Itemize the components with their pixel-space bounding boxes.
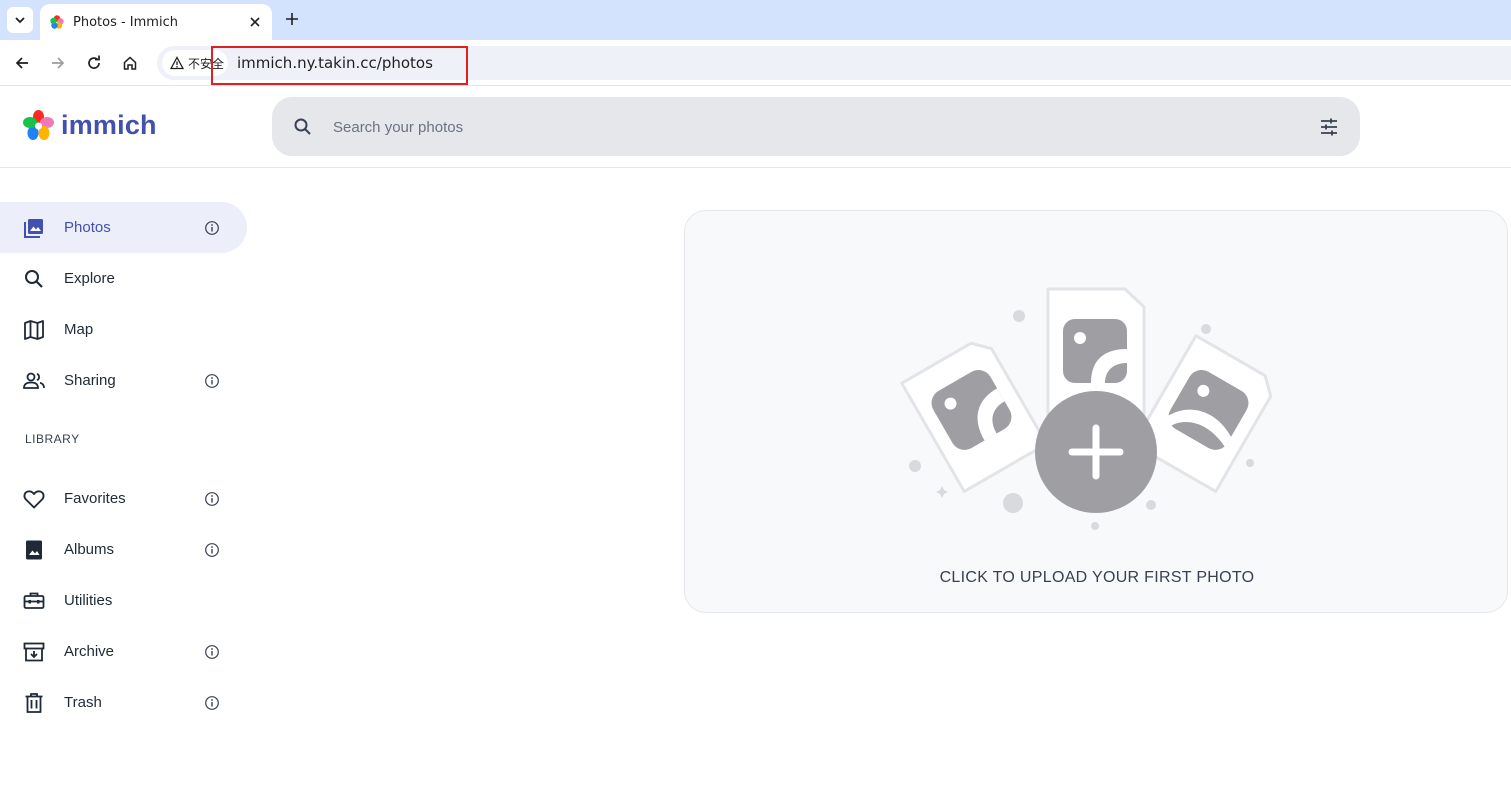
info-icon[interactable] bbox=[204, 695, 220, 711]
app-header: immich bbox=[0, 87, 1511, 168]
logo-text: immich bbox=[61, 110, 157, 140]
upload-first-photo-card[interactable]: CLICK TO UPLOAD YOUR FIRST PHOTO bbox=[684, 210, 1508, 613]
album-icon bbox=[22, 538, 46, 562]
info-icon[interactable] bbox=[204, 644, 220, 660]
library-section-title: LIBRARY bbox=[25, 432, 80, 446]
toolbox-icon bbox=[22, 589, 46, 613]
new-tab-button[interactable] bbox=[282, 9, 302, 29]
archive-icon bbox=[22, 640, 46, 664]
sidebar-item-label: Photos bbox=[64, 219, 111, 236]
search-input[interactable] bbox=[333, 114, 1233, 140]
reload-icon bbox=[88, 55, 100, 69]
sidebar-item-label: Sharing bbox=[64, 372, 116, 389]
sidebar-item-label: Utilities bbox=[64, 592, 113, 609]
tune-filter-icon[interactable] bbox=[1318, 116, 1340, 138]
heart-icon bbox=[22, 487, 46, 511]
sidebar-item-label: Explore bbox=[64, 270, 115, 287]
sidebar-item-label: Map bbox=[64, 321, 94, 338]
sidebar-item-label: Favorites bbox=[64, 490, 126, 507]
immich-logo-icon bbox=[23, 110, 54, 140]
search-bar[interactable] bbox=[272, 97, 1360, 156]
back-button[interactable] bbox=[11, 52, 33, 74]
sidebar-item-label: Albums bbox=[64, 541, 115, 558]
browser-tab-strip: Photos - Immich bbox=[0, 0, 1511, 40]
sidebar-item-map[interactable]: Map bbox=[0, 304, 247, 355]
reload-button[interactable] bbox=[83, 52, 105, 74]
home-icon bbox=[123, 56, 137, 70]
trash-icon bbox=[22, 691, 46, 715]
photos-icon bbox=[22, 216, 46, 240]
upload-first-photo-label: CLICK TO UPLOAD YOUR FIRST PHOTO bbox=[939, 569, 1255, 586]
plus-icon bbox=[286, 13, 298, 25]
arrow-left-icon bbox=[15, 57, 28, 69]
sidebar-item-trash[interactable]: Trash bbox=[0, 677, 247, 728]
browser-tab[interactable]: Photos - Immich bbox=[40, 4, 272, 40]
sidebar-item-albums[interactable]: Albums bbox=[0, 524, 247, 575]
warning-icon bbox=[170, 56, 184, 70]
map-icon bbox=[22, 318, 46, 342]
url-highlight-box bbox=[211, 46, 468, 85]
sidebar-item-explore[interactable]: Explore bbox=[0, 253, 247, 304]
sidebar-item-favorites[interactable]: Favorites bbox=[0, 473, 247, 524]
info-icon[interactable] bbox=[204, 373, 220, 389]
sidebar-item-label: Archive bbox=[64, 643, 115, 660]
sidebar-item-sharing[interactable]: Sharing bbox=[0, 355, 247, 406]
search-icon bbox=[22, 267, 46, 291]
sidebar: Photos Explore Map Sharing LIBRARY Favor… bbox=[0, 168, 260, 792]
home-button[interactable] bbox=[119, 52, 141, 74]
arrow-right-icon bbox=[52, 57, 65, 69]
tab-close-button[interactable] bbox=[246, 13, 264, 31]
tab-title: Photos - Immich bbox=[73, 14, 178, 30]
search-icon[interactable] bbox=[292, 116, 314, 138]
upload-illustration-icon bbox=[900, 287, 1273, 530]
forward-button[interactable] bbox=[47, 52, 69, 74]
sidebar-item-utilities[interactable]: Utilities bbox=[0, 575, 247, 626]
close-icon bbox=[250, 17, 260, 27]
info-icon[interactable] bbox=[204, 220, 220, 236]
chevron-down-icon bbox=[15, 17, 25, 24]
sidebar-item-photos[interactable]: Photos bbox=[0, 202, 247, 253]
immich-favicon-icon bbox=[50, 15, 64, 29]
immich-logo[interactable]: immich bbox=[22, 109, 157, 142]
sidebar-item-label: Trash bbox=[64, 694, 102, 711]
info-icon[interactable] bbox=[204, 491, 220, 507]
people-icon bbox=[22, 369, 46, 393]
tab-search-button[interactable] bbox=[7, 7, 33, 33]
sidebar-item-archive[interactable]: Archive bbox=[0, 626, 247, 677]
info-icon[interactable] bbox=[204, 542, 220, 558]
